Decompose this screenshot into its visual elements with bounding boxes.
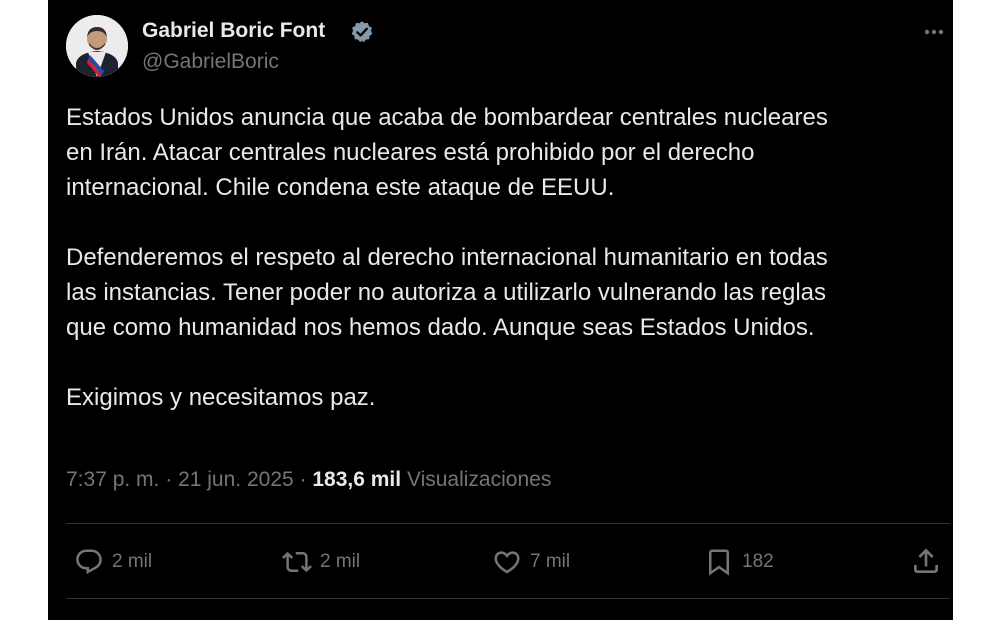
- tweet-meta: 7:37 p. m. · 21 jun. 2025 · 183,6 mil Vi…: [66, 468, 551, 492]
- meta-separator: ·: [165, 468, 173, 491]
- bookmark-button[interactable]: 182: [704, 545, 774, 579]
- text-line: internacional. Chile condena este ataque…: [66, 174, 615, 201]
- tweet-card: Gabriel Boric Font @GabrielBoric Estados…: [48, 0, 953, 620]
- text-line: en Irán. Atacar centrales nucleares está…: [66, 139, 755, 166]
- author-handle[interactable]: @GabrielBoric: [142, 50, 279, 74]
- views-label: Visualizaciones: [406, 468, 552, 491]
- text-line: las instancias. Tener poder no autoriza …: [66, 279, 826, 306]
- reply-count: 2 mil: [112, 551, 153, 572]
- reply-icon: [76, 549, 102, 575]
- text-line: Estados Unidos anuncia que acaba de bomb…: [66, 104, 828, 131]
- reply-button[interactable]: 2 mil: [74, 545, 152, 579]
- text-line: que como humanidad nos hemos dado. Aunqu…: [66, 314, 815, 341]
- repost-icon: [282, 551, 312, 573]
- repost-count: 2 mil: [320, 551, 361, 572]
- tweet-paragraph: Estados Unidos anuncia que acaba de bomb…: [66, 100, 946, 205]
- tweet-date[interactable]: 21 jun. 2025: [178, 468, 294, 491]
- share-icon: [914, 548, 938, 573]
- more-icon[interactable]: [920, 22, 948, 42]
- divider: [66, 523, 950, 524]
- like-count: 7 mil: [530, 551, 571, 572]
- share-button[interactable]: [910, 545, 942, 582]
- text-line: Defenderemos el respeto al derecho inter…: [66, 244, 828, 271]
- bookmark-icon: [709, 549, 729, 576]
- repost-button[interactable]: 2 mil: [282, 545, 360, 579]
- text-line: Exigimos y necesitamos paz.: [66, 384, 376, 411]
- bookmark-count: 182: [742, 551, 774, 572]
- tweet-paragraph: Defenderemos el respeto al derecho inter…: [66, 240, 946, 345]
- tweet-paragraph: Exigimos y necesitamos paz.: [66, 380, 946, 415]
- tweet-text: Estados Unidos anuncia que acaba de bomb…: [66, 100, 946, 415]
- views-count: 183,6 mil: [312, 468, 402, 491]
- author-display-name[interactable]: Gabriel Boric Font: [142, 19, 325, 43]
- verified-badge-icon: [350, 20, 374, 44]
- tweet-time[interactable]: 7:37 p. m.: [66, 468, 159, 491]
- divider: [66, 598, 950, 599]
- like-icon: [494, 551, 520, 574]
- avatar[interactable]: [66, 15, 128, 77]
- meta-separator: ·: [299, 468, 307, 491]
- like-button[interactable]: 7 mil: [492, 545, 570, 579]
